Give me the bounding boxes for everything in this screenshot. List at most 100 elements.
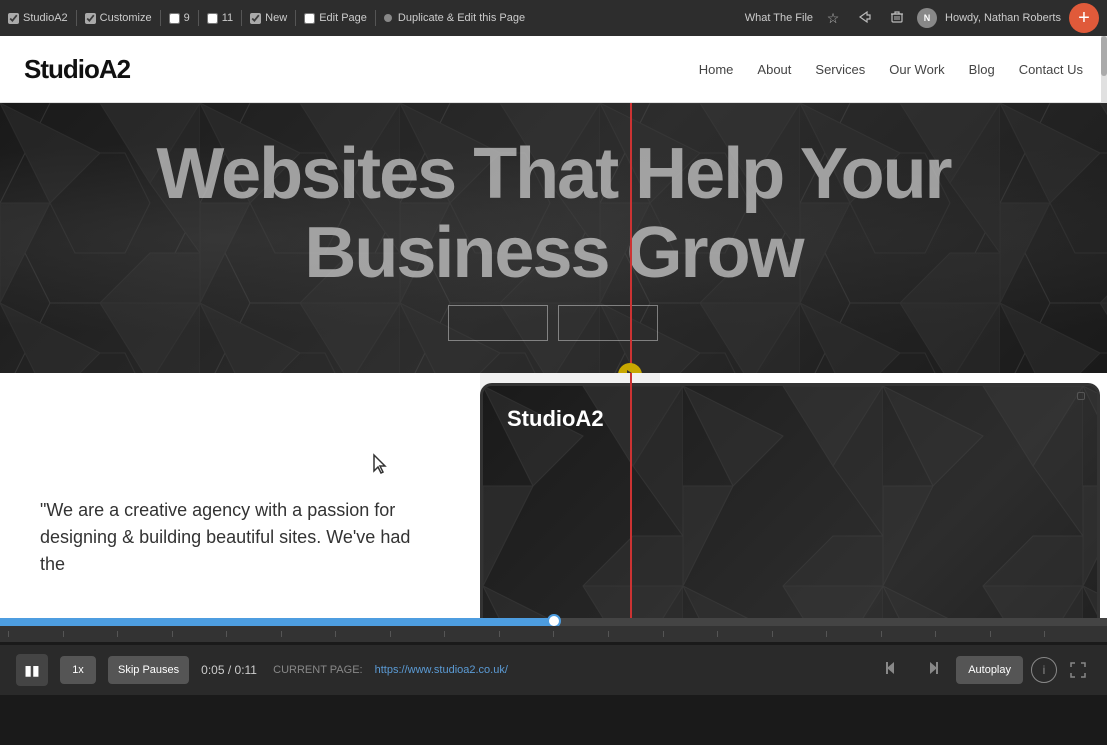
9-label: 9 <box>184 12 190 24</box>
site-logo: StudioA2 <box>24 54 130 85</box>
nav-home[interactable]: Home <box>699 62 734 77</box>
user-name: Howdy, Nathan Roberts <box>945 12 1061 24</box>
toolbar-right: What The File ☆ N H <box>745 3 1099 33</box>
share-icon <box>858 10 872 27</box>
text-column: "We are a creative agency with a passion… <box>0 373 480 618</box>
edit-page-checkbox[interactable] <box>304 13 315 24</box>
quote-text: "We are a creative agency with a passion… <box>40 497 440 578</box>
tick-13 <box>663 631 718 637</box>
hero-section: Websites That Help Your Business Grow <box>0 103 1107 373</box>
edit-page-label: Edit Page <box>319 12 367 24</box>
tick-10 <box>499 631 554 637</box>
trash-button[interactable] <box>885 6 909 30</box>
timeline-progress <box>0 618 554 626</box>
player-right: Autoplay i <box>876 654 1091 686</box>
tick-5 <box>226 631 281 637</box>
toolbar-sep-4 <box>241 10 242 26</box>
mouse-cursor <box>370 453 390 482</box>
9-checkbox[interactable] <box>169 13 180 24</box>
fullscreen-button[interactable] <box>1065 657 1091 683</box>
hero-cta-1[interactable] <box>448 305 548 341</box>
toolbar-customize[interactable]: Customize <box>85 12 152 24</box>
user-avatar: N <box>917 8 937 28</box>
tick-18 <box>935 631 990 637</box>
11-label: 11 <box>222 12 233 24</box>
new-checkbox[interactable] <box>250 13 261 24</box>
share-button[interactable] <box>853 6 877 30</box>
nav-services[interactable]: Services <box>815 62 865 77</box>
autoplay-button[interactable]: Autoplay <box>956 656 1023 684</box>
timeline-ticks <box>8 631 1099 637</box>
customize-checkbox[interactable] <box>85 13 96 24</box>
info-button[interactable]: i <box>1031 657 1057 683</box>
star-icon: ☆ <box>827 10 840 27</box>
laptop-mockup: StudioA2 <box>480 383 1100 618</box>
toolbar-9[interactable]: 9 <box>169 12 190 24</box>
11-checkbox[interactable] <box>207 13 218 24</box>
tick-12 <box>608 631 663 637</box>
tick-20 <box>1044 631 1099 637</box>
duplicate-label: Duplicate & Edit this Page <box>398 12 525 24</box>
toolbar-new[interactable]: New <box>250 12 287 24</box>
laptop-camera <box>1077 392 1085 400</box>
next-button[interactable] <box>916 654 948 686</box>
laptop-screen: StudioA2 <box>483 386 1097 618</box>
tick-11 <box>553 631 608 637</box>
skip-pauses-button[interactable]: Skip Pauses <box>108 656 189 684</box>
toolbar-sep-1 <box>76 10 77 26</box>
studioa2-label: StudioA2 <box>23 12 68 24</box>
add-button[interactable]: + <box>1069 3 1099 33</box>
toolbar-sep-6 <box>375 10 376 26</box>
speed-label: 1x <box>72 664 84 676</box>
studioa2-checkbox[interactable] <box>8 13 19 24</box>
user-info: Howdy, Nathan Roberts <box>945 12 1061 24</box>
nav-contact[interactable]: Contact Us <box>1019 62 1083 77</box>
customize-label: Customize <box>100 12 152 24</box>
nav-our-work[interactable]: Our Work <box>889 62 944 77</box>
site-navigation: Home About Services Our Work Blog Contac… <box>699 62 1083 77</box>
next-icon <box>924 660 940 681</box>
star-button[interactable]: ☆ <box>821 6 845 30</box>
info-icon: i <box>1043 663 1046 677</box>
autoplay-label: Autoplay <box>968 664 1011 676</box>
speed-button[interactable]: 1x <box>60 656 96 684</box>
playhead-line-content <box>630 373 632 618</box>
hero-title-line1: Websites That Help Your <box>156 135 950 214</box>
timeline-bar[interactable] <box>0 618 1107 626</box>
nav-about[interactable]: About <box>757 62 791 77</box>
current-page-label: CURRENT PAGE: <box>273 664 362 676</box>
hero-content: Websites That Help Your Business Grow <box>156 135 950 341</box>
trash-icon <box>890 10 904 27</box>
hero-cta-2[interactable] <box>558 305 658 341</box>
cursor-icon <box>627 370 635 373</box>
tick-19 <box>990 631 1045 637</box>
toolbar-duplicate[interactable]: Duplicate & Edit this Page <box>398 12 525 24</box>
tick-17 <box>881 631 936 637</box>
tick-8 <box>390 631 445 637</box>
scrollbar[interactable] <box>1101 36 1107 102</box>
toolbar: StudioA2 Customize 9 11 New Edit Page Du… <box>0 0 1107 36</box>
nav-blog[interactable]: Blog <box>969 62 995 77</box>
hero-cta-row <box>156 305 950 341</box>
site-header: StudioA2 Home About Services Our Work Bl… <box>0 36 1107 103</box>
toolbar-11[interactable]: 11 <box>207 12 233 24</box>
tick-4 <box>172 631 227 637</box>
tick-2 <box>63 631 118 637</box>
toolbar-edit-page[interactable]: Edit Page <box>304 12 367 24</box>
what-the-file[interactable]: What The File <box>745 12 813 24</box>
toolbar-sep-2 <box>160 10 161 26</box>
tick-6 <box>281 631 336 637</box>
scrollbar-thumb[interactable] <box>1101 36 1107 76</box>
tick-9 <box>444 631 499 637</box>
skip-pauses-label: Skip Pauses <box>118 664 179 676</box>
toolbar-sep-3 <box>198 10 199 26</box>
new-label: New <box>265 12 287 24</box>
prev-button[interactable] <box>876 654 908 686</box>
playhead-line-hero <box>630 103 632 373</box>
toolbar-studioa2[interactable]: StudioA2 <box>8 12 68 24</box>
add-icon: + <box>1078 7 1090 30</box>
current-page-url[interactable]: https://www.studioa2.co.uk/ <box>375 664 508 676</box>
tick-16 <box>826 631 881 637</box>
play-pause-button[interactable]: ▮▮ <box>16 654 48 686</box>
status-dot <box>384 14 392 22</box>
